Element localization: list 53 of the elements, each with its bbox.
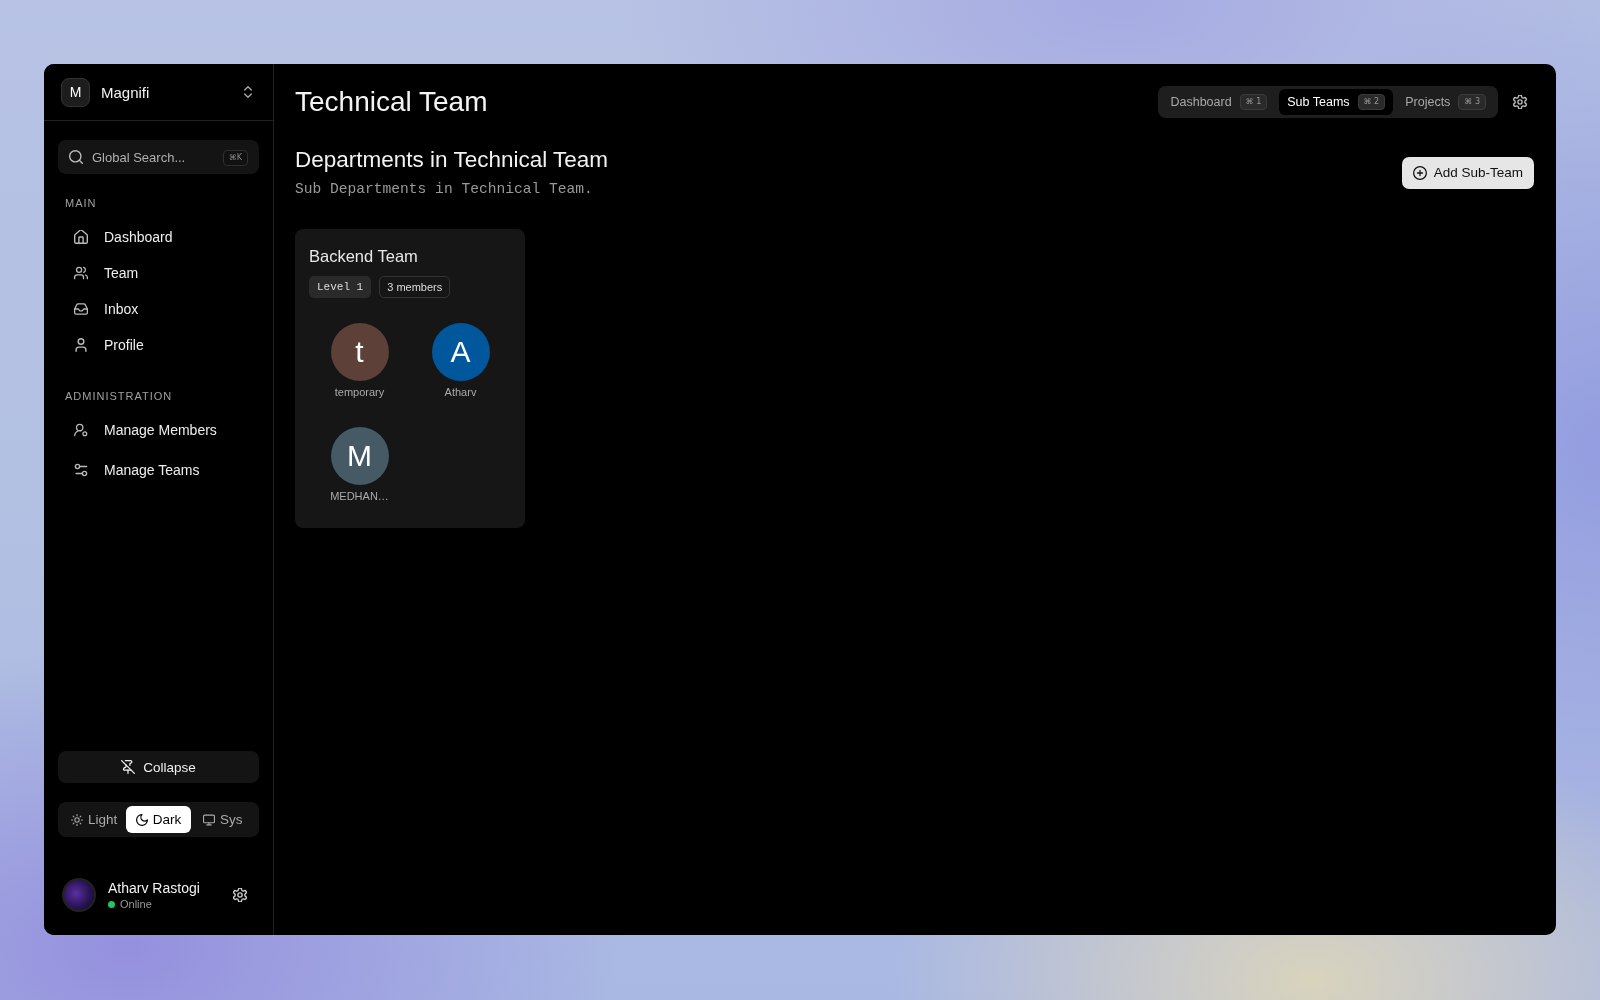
shortcut-key: ⌘K (222, 150, 248, 166)
member-count-badge: 3 members (379, 276, 451, 298)
section-subtitle: Sub Departments in Technical Team. (295, 180, 594, 199)
section-heading: ADMINISTRATION (64, 389, 174, 403)
shortcut-key: ⌘ 3 (1458, 94, 1486, 110)
user-icon (74, 338, 88, 352)
moon-icon (135, 813, 148, 826)
shortcut-key: ⌘ 2 (1357, 94, 1386, 110)
shortcut-key: ⌘ 1 (1239, 94, 1268, 110)
member-name: temporary (334, 385, 385, 399)
chevrons-up-down-icon[interactable] (244, 86, 252, 98)
nav-item[interactable]: Manage Members (58, 410, 259, 450)
team-card[interactable]: Backend Team Level 1 3 members t temporary A Atharv M MEDHAN… (295, 229, 525, 528)
pin-off-icon (121, 760, 136, 774)
avatar-picture (62, 878, 96, 912)
settings-icon[interactable] (233, 888, 247, 902)
sliders-icon (74, 463, 88, 477)
settings-icon[interactable] (1513, 95, 1527, 109)
home-icon (74, 230, 88, 244)
user-name: Atharv Rastogi (108, 878, 200, 897)
section-heading: MAIN (64, 196, 98, 210)
users-icon (74, 266, 88, 280)
page-title: Technical Team (295, 86, 488, 118)
sun-icon (71, 813, 83, 826)
nav-item[interactable]: Profile (58, 327, 259, 363)
inbox-icon (74, 302, 88, 316)
workspace-logo: M (61, 77, 90, 107)
user-status: Online (120, 896, 152, 912)
team-name: Backend Team (309, 246, 419, 266)
theme-option[interactable]: Dark (126, 806, 191, 833)
theme-option[interactable]: Sys (190, 806, 255, 833)
tab[interactable]: Projects ⌘ 3 (1397, 89, 1494, 115)
member-name: MEDHAN… (330, 489, 389, 503)
nav-item[interactable]: Dashboard (58, 219, 259, 255)
tab[interactable]: Sub Teams ⌘ 2 (1279, 89, 1394, 115)
member-avatar[interactable]: t (330, 323, 389, 381)
collapse-button[interactable]: Collapse (58, 751, 259, 783)
section-title: Departments in Technical Team (295, 146, 609, 173)
level-badge: Level 1 (309, 276, 372, 298)
nav-item[interactable]: Manage Teams (58, 450, 259, 490)
member-avatar[interactable]: M (330, 427, 389, 485)
monitor-icon (203, 813, 216, 826)
user-gear-icon (74, 423, 88, 437)
tab[interactable]: Dashboard ⌘ 1 (1162, 89, 1276, 115)
plus-circle-icon (1412, 165, 1427, 180)
nav-item[interactable]: Inbox (58, 291, 259, 327)
theme-option[interactable]: Light (62, 806, 127, 833)
search-icon (69, 150, 83, 164)
member-avatar[interactable]: A (431, 323, 490, 381)
nav-item[interactable]: Team (58, 255, 259, 291)
member-name: Atharv (444, 385, 477, 399)
workspace-name: Magnifi (101, 83, 150, 101)
add-sub-team-button[interactable]: Add Sub-Team (1401, 156, 1534, 189)
